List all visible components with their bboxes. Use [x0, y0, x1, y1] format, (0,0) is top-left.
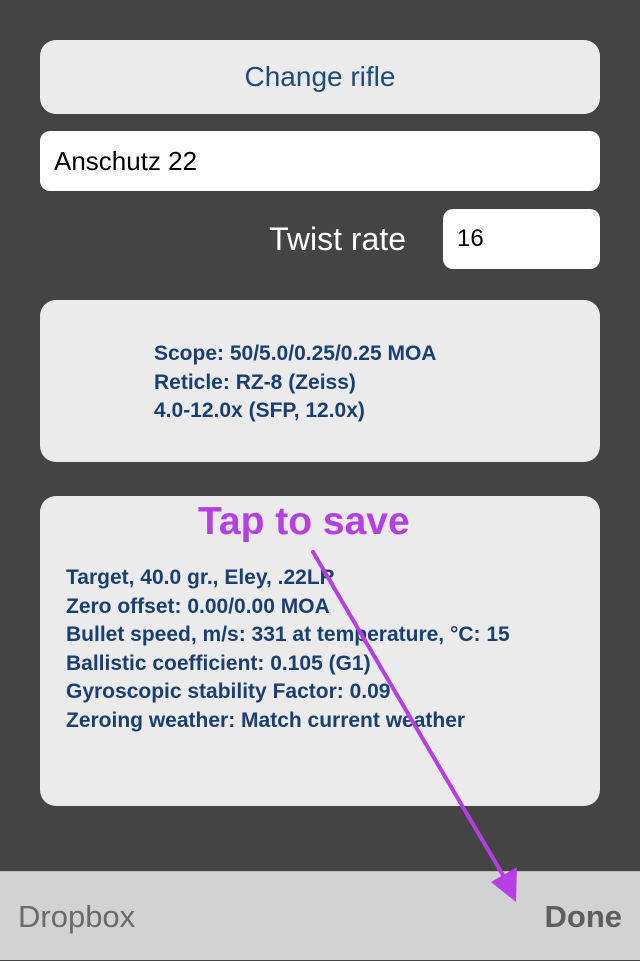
reticle-text: Reticle: RZ-8 (Zeiss) — [154, 370, 356, 394]
bullet-speed-text: Bullet speed, m/s: 331 at temperature, °… — [66, 623, 510, 646]
rifle-name-field[interactable] — [40, 131, 600, 191]
change-rifle-label: Change rifle — [244, 61, 396, 92]
done-button[interactable]: Done — [545, 872, 623, 961]
target-ammo-text: Target, 40.0 gr., Eley, .22LR — [66, 566, 335, 589]
ballistic-coefficient-text: Ballistic coefficient: 0.105 (G1) — [66, 651, 371, 675]
zero-offset-text: Zero offset: 0.00/0.00 MOA — [66, 594, 330, 618]
scope-info-card[interactable]: Scope: 50/5.0/0.25/0.25 MOA Reticle: RZ-… — [40, 300, 600, 462]
dropbox-button[interactable]: Dropbox — [18, 872, 135, 961]
change-rifle-button[interactable]: Change rifle — [40, 40, 600, 114]
twist-rate-label: Twist rate — [269, 221, 406, 257]
gyro-stability-text: Gyroscopic stability Factor: 0.09 — [66, 680, 391, 703]
zeroing-weather-text: Zeroing weather: Match current weather — [66, 708, 466, 732]
twist-rate-field[interactable] — [443, 209, 600, 269]
magnification-text: 4.0-12.0x (SFP, 12.0x) — [154, 399, 365, 422]
bottom-toolbar: Dropbox Done — [0, 871, 640, 960]
tap-to-save-annotation: Tap to save — [198, 500, 410, 543]
scope-spec-text: Scope: 50/5.0/0.25/0.25 MOA — [154, 342, 437, 365]
